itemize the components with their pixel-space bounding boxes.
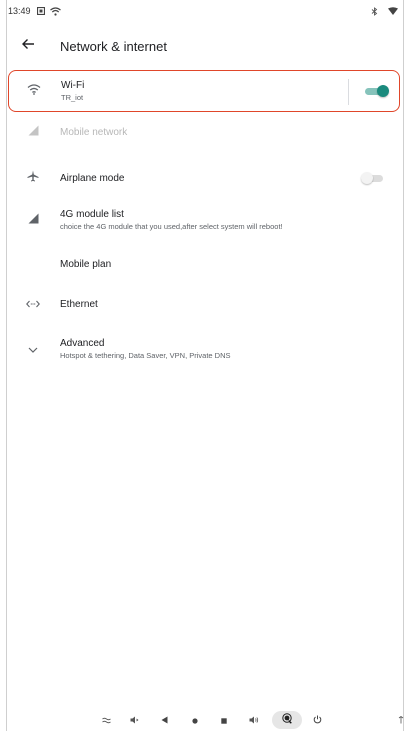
status-bar: 13:49 <box>8 0 403 22</box>
wifi-status-icon <box>49 6 61 16</box>
bluetooth-icon <box>371 6 378 16</box>
module-list-text: 4G module list choice the 4G module that… <box>60 208 283 232</box>
volume-down-button[interactable] <box>126 712 142 728</box>
airplane-mode-toggle[interactable] <box>361 172 385 184</box>
device-frame-right <box>403 0 404 731</box>
advanced-subtitle: Hotspot & tethering, Data Saver, VPN, Pr… <box>60 351 231 360</box>
wifi-text: Wi-Fi TR_iot <box>61 79 84 103</box>
mobile-network-item[interactable]: Mobile network <box>8 112 403 152</box>
cellular-signal-icon <box>28 123 39 141</box>
advanced-icon-col <box>12 340 54 358</box>
volume-up-icon <box>249 711 259 729</box>
status-right-icons <box>371 6 403 16</box>
screen-record-icon <box>281 711 293 729</box>
module-list-title: 4G module list <box>60 209 124 220</box>
advanced-item[interactable]: Advanced Hotspot & tethering, Data Saver… <box>8 328 403 370</box>
wifi-title: Wi-Fi <box>61 80 85 91</box>
wifi-toggle[interactable] <box>365 85 389 97</box>
advanced-title: Advanced <box>60 338 105 349</box>
screenshot-icon <box>101 711 111 729</box>
screenshot-button[interactable] <box>98 712 114 728</box>
wifi-divider <box>348 79 349 105</box>
screen: 13:49 Network & internet Wi-Fi TR_iot Mo… <box>0 0 409 731</box>
airplane-mode-text: Airplane mode <box>60 172 124 185</box>
airplane-icon-col <box>12 169 54 187</box>
cellular-signal-icon <box>28 211 39 229</box>
mobile-plan-text: Mobile plan <box>60 258 111 271</box>
airplane-toggle-thumb <box>361 172 373 184</box>
notification-square-icon <box>36 7 45 15</box>
module-list-subtitle: choice the 4G module that you used,after… <box>60 222 283 231</box>
home-nav-button[interactable] <box>187 712 203 728</box>
airplane-mode-title: Airplane mode <box>60 172 125 184</box>
home-circle-icon <box>192 711 198 729</box>
arrow-back-icon <box>21 37 35 55</box>
back-triangle-icon <box>161 711 168 729</box>
power-button[interactable] <box>309 712 325 728</box>
back-nav-button[interactable] <box>156 712 172 728</box>
wifi-toggle-thumb <box>377 85 389 97</box>
settings-list: Wi-Fi TR_iot Mobile network Airplane mod… <box>8 70 403 370</box>
mobile-network-title: Mobile network <box>60 126 128 138</box>
status-time: 13:49 <box>8 6 31 16</box>
mobile-network-text: Mobile network <box>60 126 127 139</box>
navigation-bar <box>8 708 404 731</box>
mobile-plan-title: Mobile plan <box>60 258 112 270</box>
module-list-icon-col <box>12 211 54 229</box>
volume-down-icon <box>130 711 139 729</box>
airplane-mode-item[interactable]: Airplane mode <box>8 156 403 200</box>
volume-up-button[interactable] <box>246 712 262 728</box>
airplane-icon <box>27 169 39 187</box>
advanced-text: Advanced Hotspot & tethering, Data Saver… <box>60 337 231 361</box>
recents-square-icon <box>221 711 227 729</box>
wifi-network-name: TR_iot <box>61 93 84 102</box>
ethernet-title: Ethernet <box>60 298 98 310</box>
recents-nav-button[interactable] <box>216 712 232 728</box>
ethernet-item[interactable]: Ethernet <box>8 284 403 324</box>
power-icon <box>313 711 322 729</box>
mobile-plan-item[interactable]: Mobile plan <box>8 244 403 284</box>
wifi-signal-icon <box>388 7 398 15</box>
chevron-down-icon <box>28 340 38 358</box>
overflow-button[interactable] <box>393 712 409 728</box>
ethernet-icon-col <box>12 295 54 313</box>
device-frame-left <box>6 0 7 731</box>
wifi-icon <box>27 82 41 100</box>
screen-record-button[interactable] <box>272 711 302 729</box>
mobile-network-icon-col <box>12 123 54 141</box>
overflow-icon <box>398 711 404 729</box>
ethernet-icon <box>26 295 40 313</box>
page-title: Network & internet <box>60 38 167 54</box>
module-list-item[interactable]: 4G module list choice the 4G module that… <box>8 200 403 240</box>
wifi-icon-col <box>13 82 55 100</box>
app-bar: Network & internet <box>8 28 403 64</box>
wifi-item[interactable]: Wi-Fi TR_iot <box>8 70 400 112</box>
back-button[interactable] <box>14 32 42 60</box>
ethernet-text: Ethernet <box>60 298 98 311</box>
